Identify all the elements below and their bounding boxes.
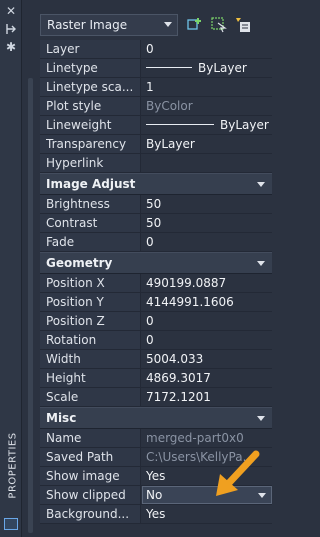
prop-value: 50 <box>146 216 162 230</box>
prop-label: Hyperlink <box>46 156 104 170</box>
dropdown-value: No <box>146 488 163 502</box>
prop-value: merged-part0x0 <box>146 431 244 445</box>
prop-value-text: ByLayer <box>220 118 269 132</box>
prop-value: 4869.3017 <box>146 371 211 385</box>
palette-title-text: PROPERTIES <box>7 432 19 499</box>
prop-row-fade[interactable]: Fade 0 <box>40 233 272 252</box>
prop-label: Saved Path <box>46 450 114 464</box>
chevron-down-icon <box>257 182 265 187</box>
prop-value: 0 <box>146 235 154 249</box>
prop-row-linetype[interactable]: Linetype ByLayer <box>40 59 272 78</box>
prop-row-position-x[interactable]: Position X 490199.0887 <box>40 274 272 293</box>
prop-label: Background... <box>46 507 130 521</box>
prop-row-position-z[interactable]: Position Z 0 <box>40 312 272 331</box>
prop-value: ByLayer <box>146 61 247 75</box>
prop-value: 5004.033 <box>146 352 204 366</box>
chevron-down-icon <box>164 22 172 27</box>
section-title: Misc <box>46 411 77 425</box>
prop-row-width[interactable]: Width 5004.033 <box>40 350 272 369</box>
select-objects-icon[interactable] <box>210 16 228 34</box>
lineweight-swatch <box>146 124 214 125</box>
prop-value: ByLayer <box>146 118 269 132</box>
properties-icon[interactable] <box>4 518 18 530</box>
prop-row-hyperlink[interactable]: Hyperlink <box>40 154 272 173</box>
chevron-down-icon <box>257 416 265 421</box>
prop-label: Contrast <box>46 216 98 230</box>
section-title: Geometry <box>46 256 113 270</box>
prop-value: 7172.1201 <box>146 390 211 404</box>
prop-row-contrast[interactable]: Contrast 50 <box>40 214 272 233</box>
prop-row-transparency[interactable]: Transparency ByLayer <box>40 135 272 154</box>
prop-value: ByColor <box>146 99 193 113</box>
prop-label: Name <box>46 431 82 445</box>
section-geometry[interactable]: Geometry <box>40 252 272 274</box>
prop-label: Fade <box>46 235 75 249</box>
prop-row-name[interactable]: Name merged-part0x0 <box>40 429 272 448</box>
prop-label: Lineweight <box>46 118 112 132</box>
prop-row-rotation[interactable]: Rotation 0 <box>40 331 272 350</box>
pin-icon[interactable] <box>4 22 18 36</box>
prop-row-linetype-scale[interactable]: Linetype sca... 1 <box>40 78 272 97</box>
prop-label: Brightness <box>46 197 110 211</box>
prop-label: Position Y <box>46 295 104 309</box>
prop-row-height[interactable]: Height 4869.3017 <box>40 369 272 388</box>
prop-label: Scale <box>46 390 79 404</box>
callout-arrow-icon <box>216 450 260 496</box>
chevron-down-icon <box>257 261 265 266</box>
prop-label: Show image <box>46 469 120 483</box>
prop-label: Linetype <box>46 61 98 75</box>
prop-row-plot-style[interactable]: Plot style ByColor <box>40 97 272 116</box>
prop-value: 0 <box>146 314 154 328</box>
palette-title: PROPERTIES <box>1 424 21 514</box>
prop-label: Plot style <box>46 99 102 113</box>
prop-value: 1 <box>146 80 154 94</box>
prop-value: Yes <box>146 469 166 483</box>
prop-value: 50 <box>146 197 162 211</box>
prop-label: Height <box>46 371 86 385</box>
prop-value: 0 <box>146 333 154 347</box>
object-type-value: Raster Image <box>47 18 128 32</box>
scrollbar[interactable] <box>28 78 33 533</box>
prop-value: 490199.0887 <box>146 276 227 290</box>
prop-value: Yes <box>146 507 166 521</box>
prop-row-brightness[interactable]: Brightness 50 <box>40 195 272 214</box>
prop-label: Transparency <box>46 137 127 151</box>
linetype-swatch <box>146 67 192 68</box>
prop-label: Layer <box>46 42 80 56</box>
prop-label: Rotation <box>46 333 97 347</box>
toggle-pickadd-icon[interactable] <box>186 16 204 34</box>
section-image-adjust[interactable]: Image Adjust <box>40 173 272 195</box>
gear-icon[interactable]: ✱ <box>4 40 18 54</box>
prop-label: Show clipped <box>46 488 126 502</box>
prop-row-layer[interactable]: Layer 0 <box>40 40 272 59</box>
palette-title-strip: ✕ ✱ PROPERTIES <box>0 0 22 537</box>
prop-row-lineweight[interactable]: Lineweight ByLayer <box>40 116 272 135</box>
prop-label: Width <box>46 352 81 366</box>
prop-row-position-y[interactable]: Position Y 4144991.1606 <box>40 293 272 312</box>
section-title: Image Adjust <box>46 177 136 191</box>
close-icon[interactable]: ✕ <box>4 4 18 18</box>
prop-value: ByLayer <box>146 137 195 151</box>
prop-value: 0 <box>146 42 154 56</box>
quick-select-icon[interactable] <box>234 16 252 34</box>
prop-label: Position Z <box>46 314 105 328</box>
section-misc[interactable]: Misc <box>40 407 272 429</box>
object-type-select[interactable]: Raster Image <box>40 14 178 36</box>
prop-label: Position X <box>46 276 105 290</box>
prop-label: Linetype sca... <box>46 80 134 94</box>
prop-row-scale[interactable]: Scale 7172.1201 <box>40 388 272 407</box>
prop-value-text: ByLayer <box>198 61 247 75</box>
prop-value: 4144991.1606 <box>146 295 234 309</box>
